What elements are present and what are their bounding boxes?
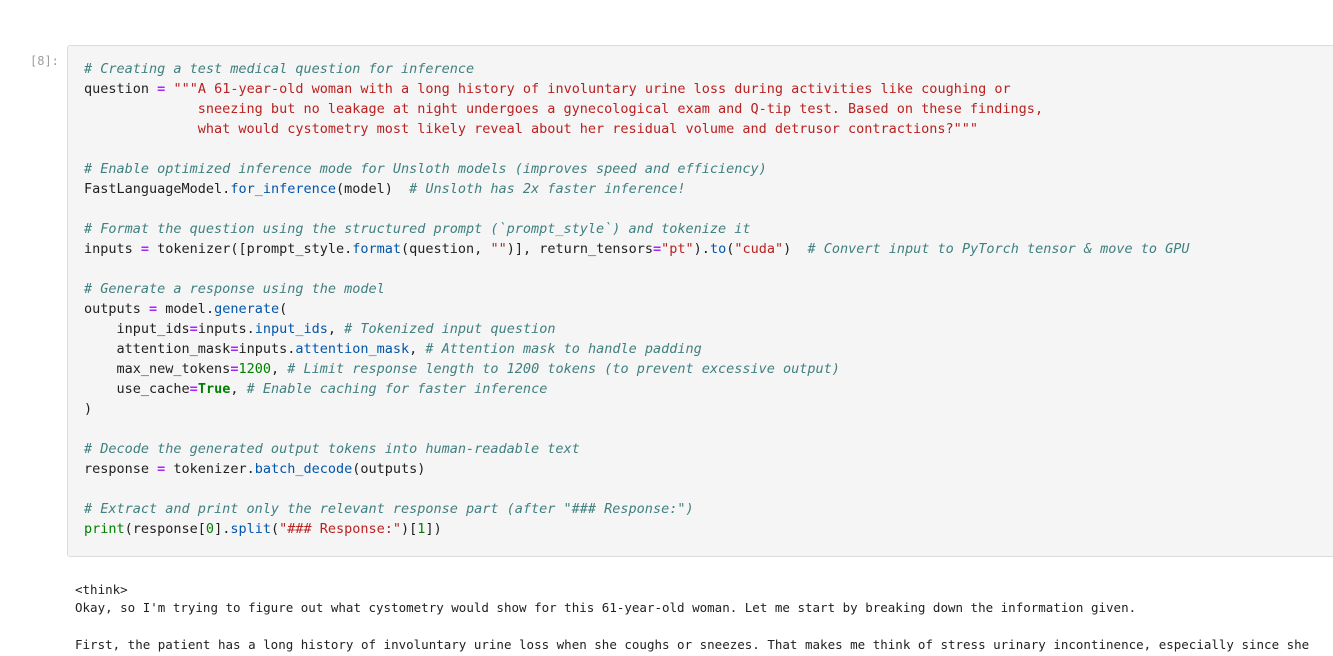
- code-token: inputs: [84, 241, 141, 257]
- code-token: )], return_tensors: [506, 241, 654, 257]
- code-line: sneezing but no leakage at night undergo…: [84, 99, 1190, 119]
- code-token: tokenizer([prompt_style.: [149, 241, 353, 257]
- code-token: =: [653, 241, 662, 257]
- code-line: print(response[0].split("### Response:")…: [84, 519, 1190, 539]
- code-line: FastLanguageModel.for_inference(model) #…: [84, 179, 1190, 199]
- code-token: input_ids: [254, 321, 328, 337]
- code-token: "pt": [661, 241, 694, 257]
- code-token: (question,: [401, 241, 491, 257]
- code-token: inputs.: [238, 341, 296, 357]
- code-token: # Format the question using the structur…: [84, 221, 751, 237]
- code-line: max_new_tokens=1200, # Limit response le…: [84, 359, 1190, 379]
- code-line: # Decode the generated output tokens int…: [84, 439, 1190, 459]
- code-cell-editor[interactable]: # Creating a test medical question for i…: [67, 45, 1333, 557]
- code-token: outputs: [84, 301, 150, 317]
- code-token: response: [84, 461, 158, 477]
- code-token: inputs.: [197, 321, 255, 337]
- code-token: # Extract and print only the relevant re…: [84, 501, 694, 517]
- code-token: ,: [327, 321, 345, 337]
- code-token: to: [709, 241, 727, 257]
- code-token: "cuda": [734, 241, 784, 257]
- code-line: what would cystometry most likely reveal…: [84, 119, 1190, 139]
- code-token: (model): [335, 181, 410, 197]
- code-token: split: [230, 521, 271, 537]
- code-token: ,: [230, 381, 247, 397]
- code-token: ,: [409, 341, 426, 357]
- code-token: max_new_tokens: [84, 361, 231, 377]
- code-token: ,: [270, 361, 288, 377]
- code-line: attention_mask=inputs.attention_mask, # …: [84, 339, 1190, 359]
- code-token: """A 61-year-old woman with a long histo…: [173, 81, 1011, 97]
- code-token: batch_decode: [254, 461, 353, 477]
- code-token: # Decode the generated output tokens int…: [84, 441, 580, 457]
- code-token: for_inference: [230, 181, 336, 197]
- code-token: )[: [401, 521, 418, 537]
- code-token: # Attention mask to handle padding: [425, 341, 702, 357]
- code-line: outputs = model.generate(: [84, 299, 1190, 319]
- code-token: attention_mask: [295, 341, 410, 357]
- code-line: ): [84, 399, 1190, 419]
- code-line: input_ids=inputs.input_ids, # Tokenized …: [84, 319, 1190, 339]
- code-token: ).: [693, 241, 710, 257]
- code-token: =: [189, 321, 198, 337]
- code-token: (outputs): [352, 461, 426, 477]
- code-token: "": [490, 241, 507, 257]
- code-token: "### Response:": [279, 521, 402, 537]
- code-token: # Enable optimized inference mode for Un…: [84, 161, 767, 177]
- code-line: # Generate a response using the model: [84, 279, 1190, 299]
- code-token: question: [84, 81, 158, 97]
- code-line: # Format the question using the structur…: [84, 219, 1190, 239]
- code-token: =: [140, 241, 150, 257]
- cell-execution-count: [8]:: [30, 54, 59, 68]
- code-token: print: [84, 521, 125, 537]
- code-token: format: [352, 241, 402, 257]
- code-token: # Unsloth has 2x faster inference!: [409, 181, 686, 197]
- code-token: =: [149, 301, 158, 317]
- code-token: =: [189, 381, 198, 397]
- code-token: tokenizer.: [165, 461, 255, 477]
- code-token: use_cache: [84, 381, 190, 397]
- code-token: what would cystometry most likely reveal…: [84, 121, 979, 137]
- code-line: inputs = tokenizer([prompt_style.format(…: [84, 239, 1190, 259]
- output-line: First, the patient has a long history of…: [75, 637, 1310, 652]
- code-token: generate: [214, 301, 280, 317]
- code-token: ]): [425, 521, 442, 537]
- code-line: # Extract and print only the relevant re…: [84, 499, 1190, 519]
- code-token: # Limit response length to 1200 tokens (…: [287, 361, 840, 377]
- code-token: ): [84, 401, 93, 417]
- code-token: # Enable caching for faster inference: [246, 381, 548, 397]
- code-token: model.: [157, 301, 215, 317]
- code-token: # Convert input to PyTorch tensor & move…: [807, 241, 1190, 257]
- code-token: # Creating a test medical question for i…: [84, 61, 475, 77]
- code-token: # Generate a response using the model: [84, 281, 385, 297]
- code-token: (: [279, 301, 288, 317]
- code-line: question = """A 61-year-old woman with a…: [84, 79, 1190, 99]
- code-token: FastLanguageModel.: [84, 181, 231, 197]
- code-token: attention_mask: [84, 341, 231, 357]
- code-line: response = tokenizer.batch_decode(output…: [84, 459, 1190, 479]
- code-token: True: [197, 381, 231, 397]
- code-token: (response[: [124, 521, 206, 537]
- code-token: sneezing but no leakage at night undergo…: [84, 101, 1044, 117]
- cell-output: <think> Okay, so I'm trying to figure out…: [75, 581, 1309, 654]
- code-token: 1200: [238, 361, 271, 377]
- code-token: ): [783, 241, 808, 257]
- code-line: # Creating a test medical question for i…: [84, 59, 1190, 79]
- code-line: # Enable optimized inference mode for Un…: [84, 159, 1190, 179]
- output-line: Okay, so I'm trying to figure out what c…: [75, 600, 1137, 615]
- code-token: input_ids: [84, 321, 190, 337]
- code-token: ].: [214, 521, 231, 537]
- output-line: <think>: [75, 582, 128, 597]
- code-line: use_cache=True, # Enable caching for fas…: [84, 379, 1190, 399]
- code-token: 0: [205, 521, 215, 537]
- code-token: (: [270, 521, 280, 537]
- code-token: # Tokenized input question: [344, 321, 556, 337]
- code-block[interactable]: # Creating a test medical question for i…: [84, 59, 1190, 539]
